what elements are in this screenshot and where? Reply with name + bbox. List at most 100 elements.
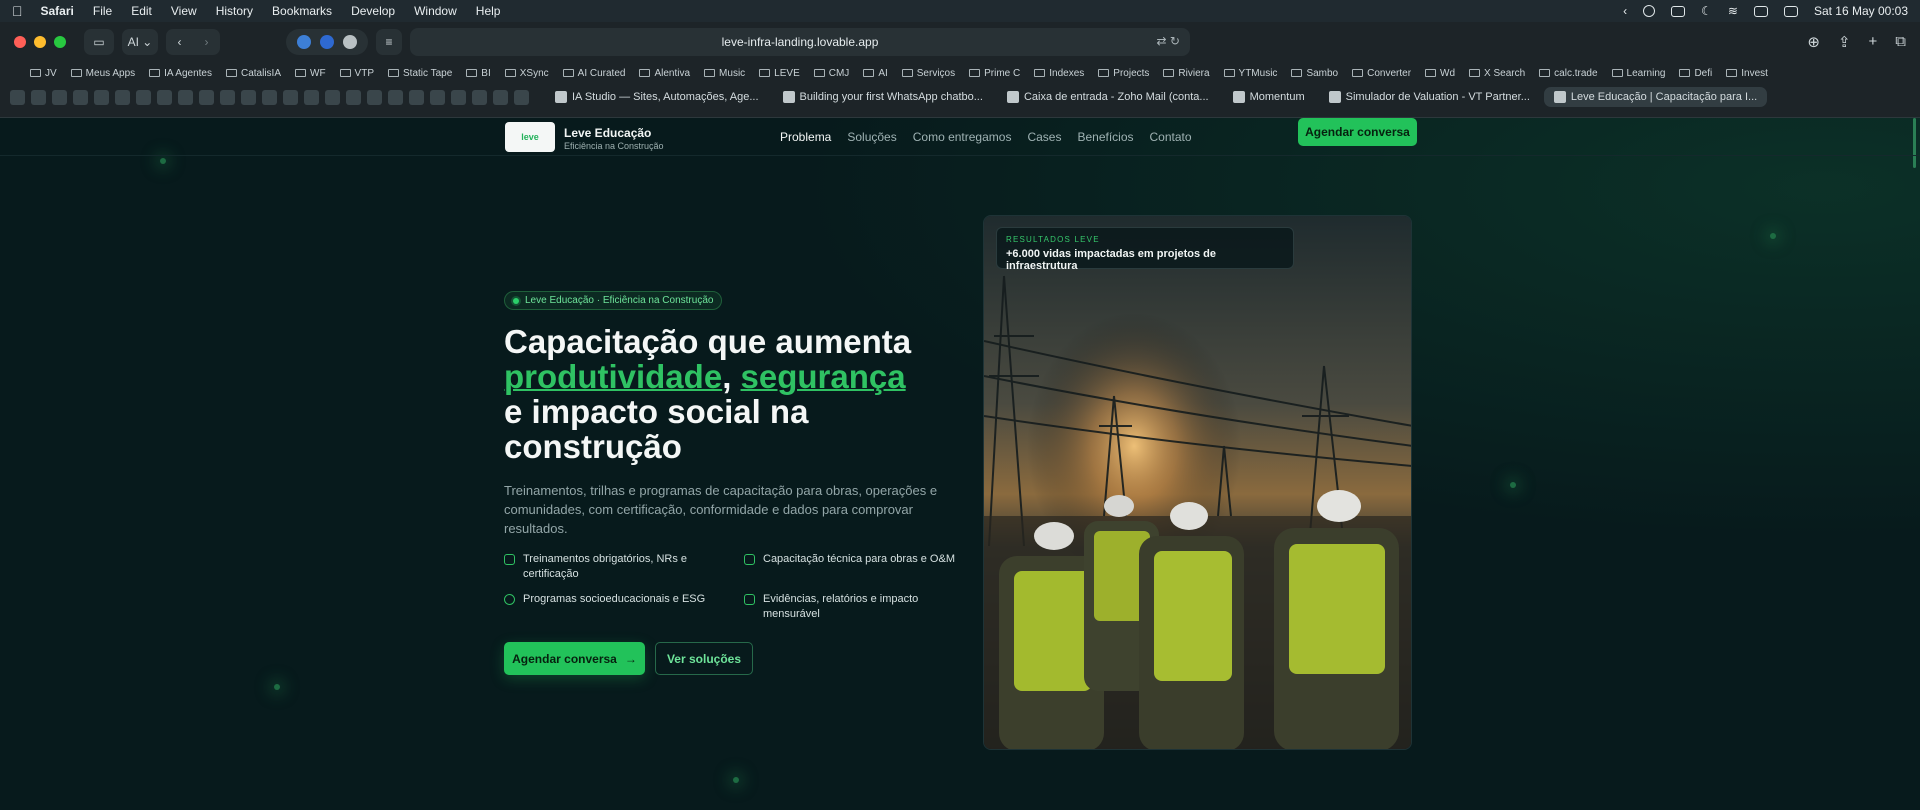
bookmark-folder[interactable]: AI Curated [562, 68, 625, 79]
browser-tab[interactable]: IA Studio — Sites, Automações, Age... [545, 87, 769, 107]
brand-logo[interactable]: leve [505, 122, 555, 152]
bookmark-folder[interactable]: Static Tape [388, 68, 452, 79]
extension-icon-1[interactable] [296, 35, 311, 49]
nav-link-problema[interactable]: Problema [780, 130, 831, 144]
pinned-tab-favicon-icon[interactable] [178, 89, 193, 105]
nav-link-contato[interactable]: Contato [1150, 130, 1192, 144]
tab-overview-icon[interactable]: ⧉ [1895, 33, 1906, 51]
menu-window[interactable]: Window [414, 4, 457, 18]
bookmark-folder[interactable]: BI [466, 68, 491, 79]
bookmark-folder[interactable]: Prime C [969, 68, 1020, 79]
menu-history[interactable]: History [216, 4, 253, 18]
nav-schedule-button[interactable]: Agendar conversa [1298, 118, 1417, 146]
pinned-tab-favicon-icon[interactable] [31, 89, 46, 105]
menu-view[interactable]: View [171, 4, 197, 18]
control-center-icon[interactable] [1783, 5, 1798, 17]
bookmark-folder[interactable]: Music [704, 68, 745, 79]
bookmark-folder[interactable]: Projects [1098, 68, 1149, 79]
downloads-icon[interactable]: ⊕ [1807, 33, 1820, 51]
bookmark-folder[interactable]: LEVE [759, 68, 800, 79]
bookmark-folder[interactable]: AI [863, 68, 888, 79]
pinned-tab-favicon-icon[interactable] [388, 89, 403, 105]
view-solutions-button[interactable]: Ver soluções [655, 642, 753, 675]
back-arrow-icon[interactable]: ‹ [178, 35, 182, 49]
pinned-tab-favicon-icon[interactable] [199, 89, 214, 105]
bookmark-folder[interactable]: WF [295, 68, 326, 79]
bookmark-folder[interactable]: Wd [1425, 68, 1455, 79]
extension-icon-2[interactable] [319, 35, 334, 49]
browser-tab[interactable]: Simulador de Valuation - VT Partner... [1319, 87, 1540, 107]
bookmark-folder[interactable]: Riviera [1163, 68, 1210, 79]
pinned-tab-favicon-icon[interactable] [115, 89, 130, 105]
bookmark-folder[interactable]: YTMusic [1223, 68, 1277, 79]
bookmark-folder[interactable]: Sambo [1291, 68, 1338, 79]
chevron-left-icon[interactable]: ‹ [1623, 4, 1627, 18]
pinned-tab-favicon-icon[interactable] [262, 89, 277, 105]
screen-mirroring-icon[interactable] [1671, 5, 1686, 17]
page-menu-icon[interactable]: ≡ [376, 29, 402, 55]
menu-develop[interactable]: Develop [351, 4, 395, 18]
extension-icon-3[interactable] [343, 35, 358, 49]
bookmark-folder[interactable]: XSync [504, 68, 549, 79]
bookmark-folder[interactable]: CMJ [813, 68, 849, 79]
schedule-call-button[interactable]: Agendar conversa → [504, 642, 645, 675]
forward-arrow-icon[interactable]: › [205, 35, 209, 49]
pinned-tab-favicon-icon[interactable] [157, 89, 172, 105]
menu-edit[interactable]: Edit [131, 4, 152, 18]
pinned-tab-favicon-icon[interactable] [283, 89, 298, 105]
sidebar-toggle-icon[interactable]: ▭ [84, 29, 114, 55]
close-window-button[interactable] [14, 36, 26, 48]
pinned-tab-favicon-icon[interactable] [430, 89, 445, 105]
apple-icon[interactable]:  [12, 3, 23, 19]
nav-link-como-entregamos[interactable]: Como entregamos [913, 130, 1012, 144]
translate-reload-icons[interactable]: ⇄ ↻ [1157, 34, 1180, 48]
bookmark-folder[interactable]: VTP [339, 68, 374, 79]
pinned-tab-favicon-icon[interactable] [304, 89, 319, 105]
menubar-clock[interactable]: Sat 16 May 00:03 [1814, 4, 1908, 18]
pinned-tab-favicon-icon[interactable] [472, 89, 487, 105]
bookmark-folder[interactable]: Learning [1611, 68, 1665, 79]
active-tab[interactable]: Leve Educação | Capacitação para I... [1543, 87, 1768, 107]
bookmark-folder[interactable]: Indexes [1034, 68, 1084, 79]
browser-tab[interactable]: Caixa de entrada - Zoho Mail (conta... [997, 87, 1219, 107]
zoom-window-button[interactable] [54, 36, 66, 48]
pinned-tab-favicon-icon[interactable] [220, 89, 235, 105]
pinned-tab-favicon-icon[interactable] [136, 89, 151, 105]
pinned-tab-favicon-icon[interactable] [325, 89, 340, 105]
bookmark-folder[interactable]: Converter [1352, 68, 1411, 79]
play-circle-icon[interactable] [1643, 5, 1656, 17]
battery-icon[interactable] [1753, 5, 1768, 17]
pinned-tab-favicon-icon[interactable] [451, 89, 466, 105]
bookmark-folder[interactable]: X Search [1469, 68, 1525, 79]
menu-file[interactable]: File [93, 4, 112, 18]
share-icon[interactable]: ⇪ [1838, 33, 1851, 51]
pinned-tab-favicon-icon[interactable] [367, 89, 382, 105]
pinned-tab-favicon-icon[interactable] [346, 89, 361, 105]
browser-tab[interactable]: Building your first WhatsApp chatbo... [773, 87, 993, 107]
bookmark-folder[interactable]: JV [30, 68, 57, 79]
pinned-tab-favicon-icon[interactable] [73, 89, 88, 105]
address-bar[interactable]: leve-infra-landing.lovable.app ⇄ ↻ [410, 28, 1190, 56]
pinned-tab-favicon-icon[interactable] [10, 89, 25, 105]
bookmark-folder[interactable]: Meus Apps [70, 68, 135, 79]
pinned-tab-favicon-icon[interactable] [94, 89, 109, 105]
pinned-tab-favicon-icon[interactable] [409, 89, 424, 105]
profile-switcher[interactable]: AI ⌄ [122, 29, 158, 55]
browser-tab[interactable]: Momentum [1223, 87, 1315, 107]
pinned-tab-favicon-icon[interactable] [493, 89, 508, 105]
wifi-icon[interactable]: ≋ [1728, 4, 1738, 18]
bookmark-folder[interactable]: Invest [1726, 68, 1768, 79]
minimize-window-button[interactable] [34, 36, 46, 48]
moon-icon[interactable]: ☾ [1701, 4, 1712, 18]
new-tab-icon[interactable]: + [1869, 33, 1878, 51]
pinned-tab-favicon-icon[interactable] [514, 89, 529, 105]
bookmark-folder[interactable]: IA Agentes [149, 68, 212, 79]
nav-link-solucoes[interactable]: Soluções [847, 130, 896, 144]
nav-link-beneficios[interactable]: Benefícios [1077, 130, 1133, 144]
pinned-tab-favicon-icon[interactable] [241, 89, 256, 105]
bookmark-folder[interactable]: Defi [1679, 68, 1712, 79]
menu-bookmarks[interactable]: Bookmarks [272, 4, 332, 18]
menu-app-safari[interactable]: Safari [41, 4, 74, 18]
menu-help[interactable]: Help [476, 4, 501, 18]
bookmark-folder[interactable]: Alentiva [639, 68, 690, 79]
